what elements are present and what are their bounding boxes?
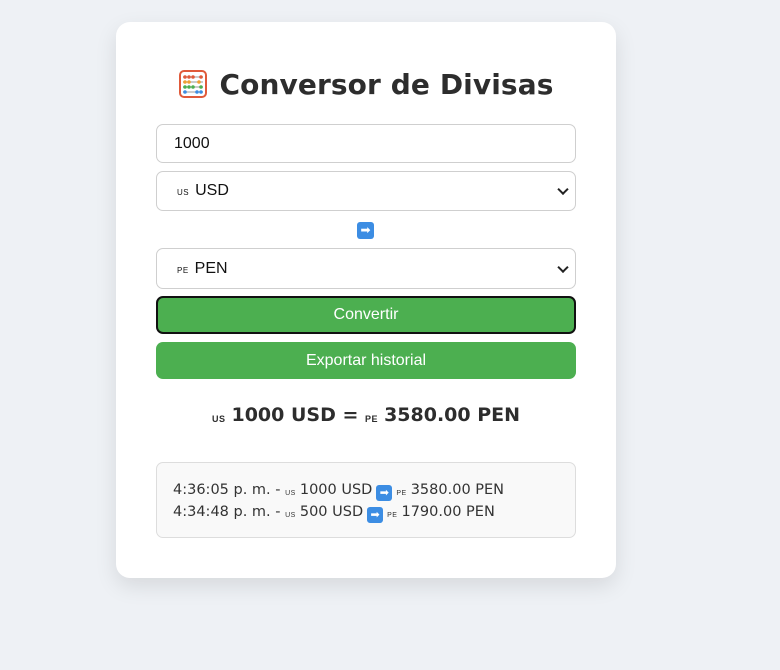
abacus-icon	[178, 70, 207, 98]
page-title: Conversor de Divisas	[219, 67, 554, 101]
to-currency-code: PEN	[194, 259, 228, 277]
history-separator: -	[275, 504, 281, 520]
history-item: 4:34:48 p. m. - us 500 USD ➡ pe 1790.00 PEN	[173, 502, 559, 524]
history-panel: 4:36:05 p. m. - us 1000 USD ➡ pe 3580.00 PEN…	[156, 462, 576, 538]
pe-flag-icon: pe	[387, 508, 398, 520]
pe-flag-icon: pe	[365, 410, 379, 425]
to-currency-select[interactable]: pe PEN	[156, 248, 576, 289]
converter-card: Conversor de Divisas 1000 us USD ➡ pe PE…	[116, 22, 616, 578]
history-to: 1790.00 PEN	[401, 504, 495, 520]
history-time: 4:36:05 p. m.	[173, 482, 271, 498]
us-flag-icon: us	[177, 186, 190, 198]
us-flag-icon: us	[211, 410, 226, 425]
title-row: Conversor de Divisas	[116, 64, 616, 104]
result-to: 3580.00 PEN	[384, 404, 521, 426]
amount-input[interactable]: 1000	[156, 124, 576, 163]
amount-value: 1000	[174, 134, 210, 152]
us-flag-icon: us	[285, 486, 296, 498]
history-from: 1000 USD	[299, 482, 373, 498]
history-separator: -	[275, 482, 281, 498]
convert-button[interactable]: Convertir	[156, 296, 576, 334]
us-flag-icon: us	[285, 508, 296, 520]
right-arrow-icon: ➡	[367, 507, 384, 523]
from-currency-code: USD	[195, 182, 229, 199]
right-arrow-icon: ➡	[376, 485, 393, 501]
result-from: 1000 USD	[231, 404, 336, 426]
export-history-button[interactable]: Exportar historial	[156, 342, 576, 379]
history-to: 3580.00 PEN	[410, 482, 505, 498]
history-time: 4:34:48 p. m.	[173, 504, 271, 520]
pe-flag-icon: pe	[396, 486, 407, 498]
history-item: 4:36:05 p. m. - us 1000 USD ➡ pe 3580.00 PEN	[173, 480, 559, 502]
result-equals: =	[342, 404, 359, 426]
right-arrow-icon: ➡	[357, 222, 374, 239]
chevron-down-icon	[557, 261, 569, 273]
conversion-result: us 1000 USD = pe 3580.00 PEN	[116, 404, 616, 426]
from-currency-select[interactable]: us USD	[156, 171, 576, 211]
pe-flag-icon: pe	[177, 263, 189, 276]
history-from: 500 USD	[299, 504, 364, 520]
chevron-down-icon	[557, 183, 569, 196]
